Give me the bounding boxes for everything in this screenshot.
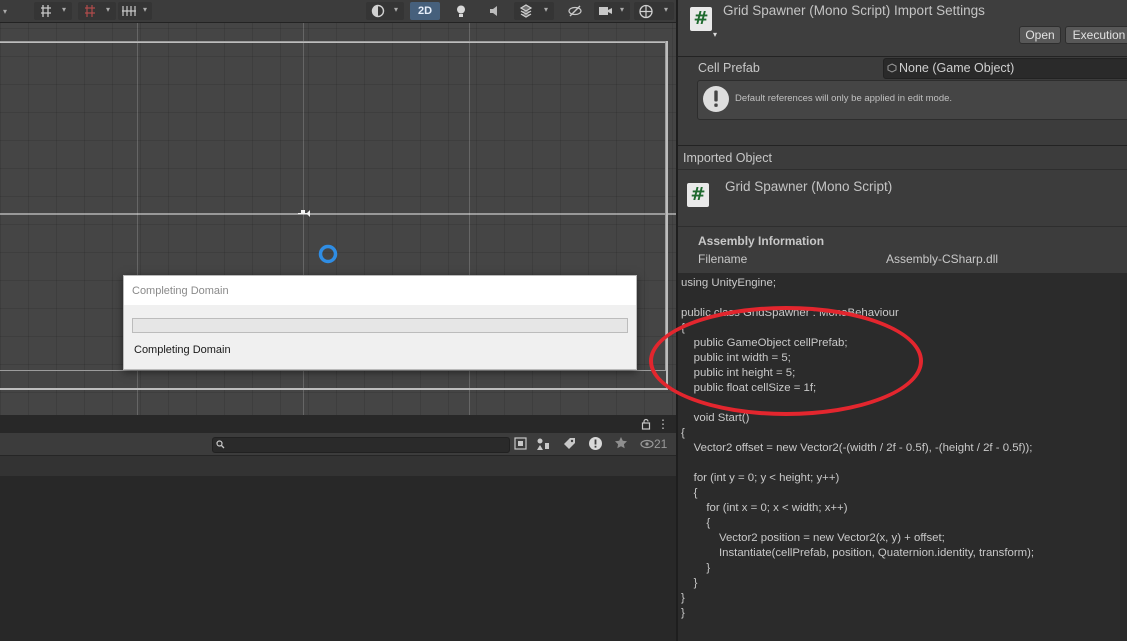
grid-visibility-button[interactable]: ▾ [78,2,116,20]
shading-mode-icon [371,4,385,18]
tag-icon[interactable] [562,437,576,451]
code-line: } [681,607,685,619]
hidden-objects-icon [568,5,582,17]
project-breadcrumb-bar [0,455,676,477]
cell-prefab-object-field[interactable]: None (Game Object) [883,58,1127,79]
grid-visibility-icon [85,5,95,17]
shading-mode-button[interactable]: ▾ [366,2,404,20]
toolbar-overflow-caret[interactable]: ▾ [0,2,8,20]
panel-menu-kebab-icon[interactable]: ⋮ [657,417,669,431]
lighting-icon [457,5,465,17]
eye-icon [640,439,654,449]
open-button[interactable]: Open [1019,26,1061,44]
imported-object-title: Grid Spawner (Mono Script) [725,179,893,194]
help-box-text: Default references will only be applied … [735,93,953,104]
filter-by-type-icon[interactable] [514,437,527,450]
project-content-area[interactable] [0,476,676,641]
code-line: Vector2 offset = new Vector2(-(width / 2… [681,442,1033,454]
section-divider [678,226,1127,227]
audio-toggle[interactable] [480,2,510,20]
bottom-tab-bar: ⋮ [0,415,676,434]
filename-label: Filename [698,252,748,266]
hidden-count: 21 [654,437,668,451]
gizmos-icon [639,4,653,19]
code-line: } [681,562,711,574]
assembly-information-label: Assembly Information [698,234,825,248]
filename-value: Assembly-CSharp.dll [886,252,999,266]
script-icon-dropdown-caret[interactable]: ▾ [713,30,717,39]
effects-icon [519,4,533,18]
dialog-title-bar: Completing Domain [124,276,636,305]
section-divider [678,169,1127,170]
code-line: void Start() [681,412,750,424]
scene-toolbar: ▾ ▾ ▾ ▾ ▾ 2D ▾ ▾ ▾ [0,0,676,23]
grid-snap-button[interactable]: ▾ [34,2,72,20]
imported-script-hash-icon: # [687,183,709,207]
code-line: } [681,577,698,589]
info-warning-icon [703,86,729,112]
audio-icon [490,6,497,16]
scene-camera-gizmo-icon[interactable] [296,207,312,219]
section-divider [678,145,1127,146]
code-line: using UnityEngine; [681,277,776,289]
dialog-status-text: Completing Domain [134,344,231,356]
increment-snap-button[interactable]: ▾ [118,2,152,20]
lighting-toggle[interactable] [446,2,476,20]
cell-prefab-value: None (Game Object) [899,61,1015,75]
code-line: Vector2 position = new Vector2(x, y) + o… [681,532,945,544]
selected-object-ring-icon[interactable] [317,243,339,265]
camera-icon [599,7,612,15]
inspector-header: # ▾ Grid Spawner (Mono Script) Import Se… [678,0,1127,57]
inspector-header-title: Grid Spawner (Mono Script) Import Settin… [723,3,985,18]
filter-by-label-icon[interactable] [536,437,550,451]
code-line: for (int x = 0; x < width; x++) [681,502,848,514]
project-search-input[interactable] [212,437,510,453]
dialog-progress-bar [132,318,628,333]
search-icon [216,440,225,449]
warning-count-icon[interactable] [588,436,603,451]
red-annotation-ellipse [649,306,923,416]
script-hash-icon: # [690,7,712,31]
code-line: { [681,487,698,499]
code-line: Instantiate(cellPrefab, position, Quater… [681,547,1035,559]
mode-2d-toggle[interactable]: 2D [410,2,440,20]
code-line: { [681,427,685,439]
progress-dialog: Completing Domain Completing Domain [123,275,637,370]
imported-object-label: Imported Object [683,151,772,165]
execution-order-button[interactable]: Execution [1065,26,1127,44]
gizmos-button[interactable]: ▾ [634,2,674,20]
hidden-packages-toggle[interactable]: 21 [640,437,667,451]
code-line: } [681,592,685,604]
cell-prefab-label: Cell Prefab [698,61,760,75]
hidden-objects-toggle[interactable] [560,2,590,20]
game-object-icon [887,63,897,73]
code-line: { [681,517,711,529]
effects-button[interactable]: ▾ [514,2,554,20]
edit-mode-help-box: Default references will only be applied … [697,80,1127,120]
favorite-star-icon[interactable] [614,436,628,450]
grid-snap-icon [41,5,51,17]
dialog-title: Completing Domain [132,285,229,297]
code-line: for (int y = 0; y < height; y++) [681,472,840,484]
camera-button[interactable]: ▾ [594,2,630,20]
increment-snap-icon [122,6,136,16]
lock-icon[interactable] [641,418,651,430]
